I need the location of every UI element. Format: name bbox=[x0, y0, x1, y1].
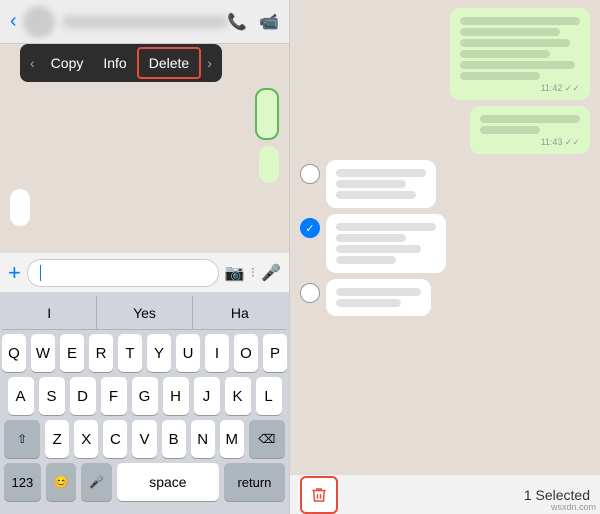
message-row-selectable bbox=[300, 279, 590, 316]
space-key[interactable]: space bbox=[117, 463, 219, 501]
key-s[interactable]: S bbox=[39, 377, 65, 415]
delete-key[interactable]: ⌫ bbox=[249, 420, 285, 458]
message-bubble-sent: 11:43 ✓✓ bbox=[470, 106, 590, 154]
chat-header: ‹ 📞 📹 bbox=[0, 0, 289, 44]
shift-key[interactable]: ⇧ bbox=[4, 420, 40, 458]
attach-button[interactable]: + bbox=[8, 260, 21, 286]
chat-messages-right: 11:42 ✓✓ 11:43 ✓✓ bbox=[290, 0, 600, 474]
right-panel: 11:42 ✓✓ 11:43 ✓✓ bbox=[290, 0, 600, 514]
message-bubble-received-selected bbox=[326, 214, 446, 273]
key-u[interactable]: U bbox=[176, 334, 200, 372]
back-button[interactable]: ‹ bbox=[10, 10, 17, 33]
message-row-selectable bbox=[300, 160, 590, 208]
message-row: 11:42 ✓✓ bbox=[300, 8, 590, 100]
key-o[interactable]: O bbox=[234, 334, 258, 372]
key-k[interactable]: K bbox=[225, 377, 251, 415]
info-button[interactable]: Info bbox=[93, 49, 136, 77]
keyboard-row-1: Q W E R T Y U I O P bbox=[4, 334, 285, 372]
key-w[interactable]: W bbox=[31, 334, 55, 372]
message-bubble bbox=[259, 146, 279, 183]
keyboard-suggestions: I Yes Ha bbox=[2, 296, 287, 330]
suggestion-yes[interactable]: Yes bbox=[97, 296, 192, 329]
key-l[interactable]: L bbox=[256, 377, 282, 415]
avatar bbox=[23, 6, 55, 38]
key-v[interactable]: V bbox=[132, 420, 156, 458]
chat-header-icons: 📞 📹 bbox=[227, 12, 279, 32]
key-a[interactable]: A bbox=[8, 377, 34, 415]
keyboard-row-4: 123 😊 🎤 space return bbox=[4, 463, 285, 501]
select-circle[interactable] bbox=[300, 283, 320, 303]
message-input[interactable] bbox=[27, 259, 219, 287]
key-i[interactable]: I bbox=[205, 334, 229, 372]
key-q[interactable]: Q bbox=[2, 334, 26, 372]
select-circle-checked[interactable] bbox=[300, 218, 320, 238]
select-circle[interactable] bbox=[300, 164, 320, 184]
key-y[interactable]: Y bbox=[147, 334, 171, 372]
timestamp: 11:42 ✓✓ bbox=[460, 83, 580, 94]
suggestion-ha[interactable]: Ha bbox=[193, 296, 287, 329]
key-h[interactable]: H bbox=[163, 377, 189, 415]
message-bubble-sent: 11:42 ✓✓ bbox=[450, 8, 590, 100]
return-key[interactable]: return bbox=[224, 463, 285, 501]
input-bar: + 📷 ⁝ 🎤 bbox=[0, 252, 289, 292]
key-r[interactable]: R bbox=[89, 334, 113, 372]
message-bubble-received bbox=[10, 189, 30, 226]
message-bubble-received bbox=[326, 279, 431, 316]
key-z[interactable]: Z bbox=[45, 420, 69, 458]
delete-message-button[interactable] bbox=[300, 476, 338, 514]
video-icon[interactable]: 📹 bbox=[259, 12, 279, 32]
cursor bbox=[40, 265, 41, 281]
key-b[interactable]: B bbox=[162, 420, 186, 458]
mic-button[interactable]: 🎤 bbox=[261, 263, 281, 283]
key-m[interactable]: M bbox=[220, 420, 244, 458]
mic-key[interactable]: 🎤 bbox=[81, 463, 112, 501]
message-row: 11:43 ✓✓ bbox=[300, 106, 590, 154]
key-j[interactable]: J bbox=[194, 377, 220, 415]
watermark: wsxdn.com bbox=[551, 502, 596, 512]
timestamp: 11:43 ✓✓ bbox=[480, 137, 580, 148]
call-icon[interactable]: 📞 bbox=[227, 12, 247, 32]
key-t[interactable]: T bbox=[118, 334, 142, 372]
selected-count: 1 Selected bbox=[524, 487, 590, 503]
key-p[interactable]: P bbox=[263, 334, 287, 372]
key-f[interactable]: F bbox=[101, 377, 127, 415]
trash-icon bbox=[310, 486, 328, 504]
keyboard-rows: Q W E R T Y U I O P A S D F G H bbox=[2, 330, 287, 510]
message-bubble-received bbox=[326, 160, 436, 208]
key-e[interactable]: E bbox=[60, 334, 84, 372]
dot-dot: ⁝ bbox=[251, 264, 255, 281]
key-n[interactable]: N bbox=[191, 420, 215, 458]
keyboard-row-2: A S D F G H J K L bbox=[4, 377, 285, 415]
context-menu: ‹ Copy Info Delete › bbox=[20, 44, 222, 82]
message-row-selected bbox=[300, 214, 590, 273]
camera-button[interactable]: 📷 bbox=[225, 263, 245, 283]
delete-button[interactable]: Delete bbox=[137, 47, 201, 79]
context-menu-arrow-right[interactable]: › bbox=[201, 55, 218, 71]
key-d[interactable]: D bbox=[70, 377, 96, 415]
suggestion-i[interactable]: I bbox=[2, 296, 97, 329]
key-c[interactable]: C bbox=[103, 420, 127, 458]
keyboard: I Yes Ha Q W E R T Y U I bbox=[0, 292, 289, 514]
selected-message bbox=[255, 88, 279, 140]
key-g[interactable]: G bbox=[132, 377, 158, 415]
copy-button[interactable]: Copy bbox=[41, 49, 94, 77]
emoji-key[interactable]: 😊 bbox=[46, 463, 77, 501]
number-key[interactable]: 123 bbox=[4, 463, 41, 501]
key-x[interactable]: X bbox=[74, 420, 98, 458]
keyboard-row-3: ⇧ Z X C V B N M ⌫ bbox=[4, 420, 285, 458]
contact-name bbox=[63, 16, 227, 28]
context-menu-arrow-left[interactable]: ‹ bbox=[24, 55, 41, 71]
